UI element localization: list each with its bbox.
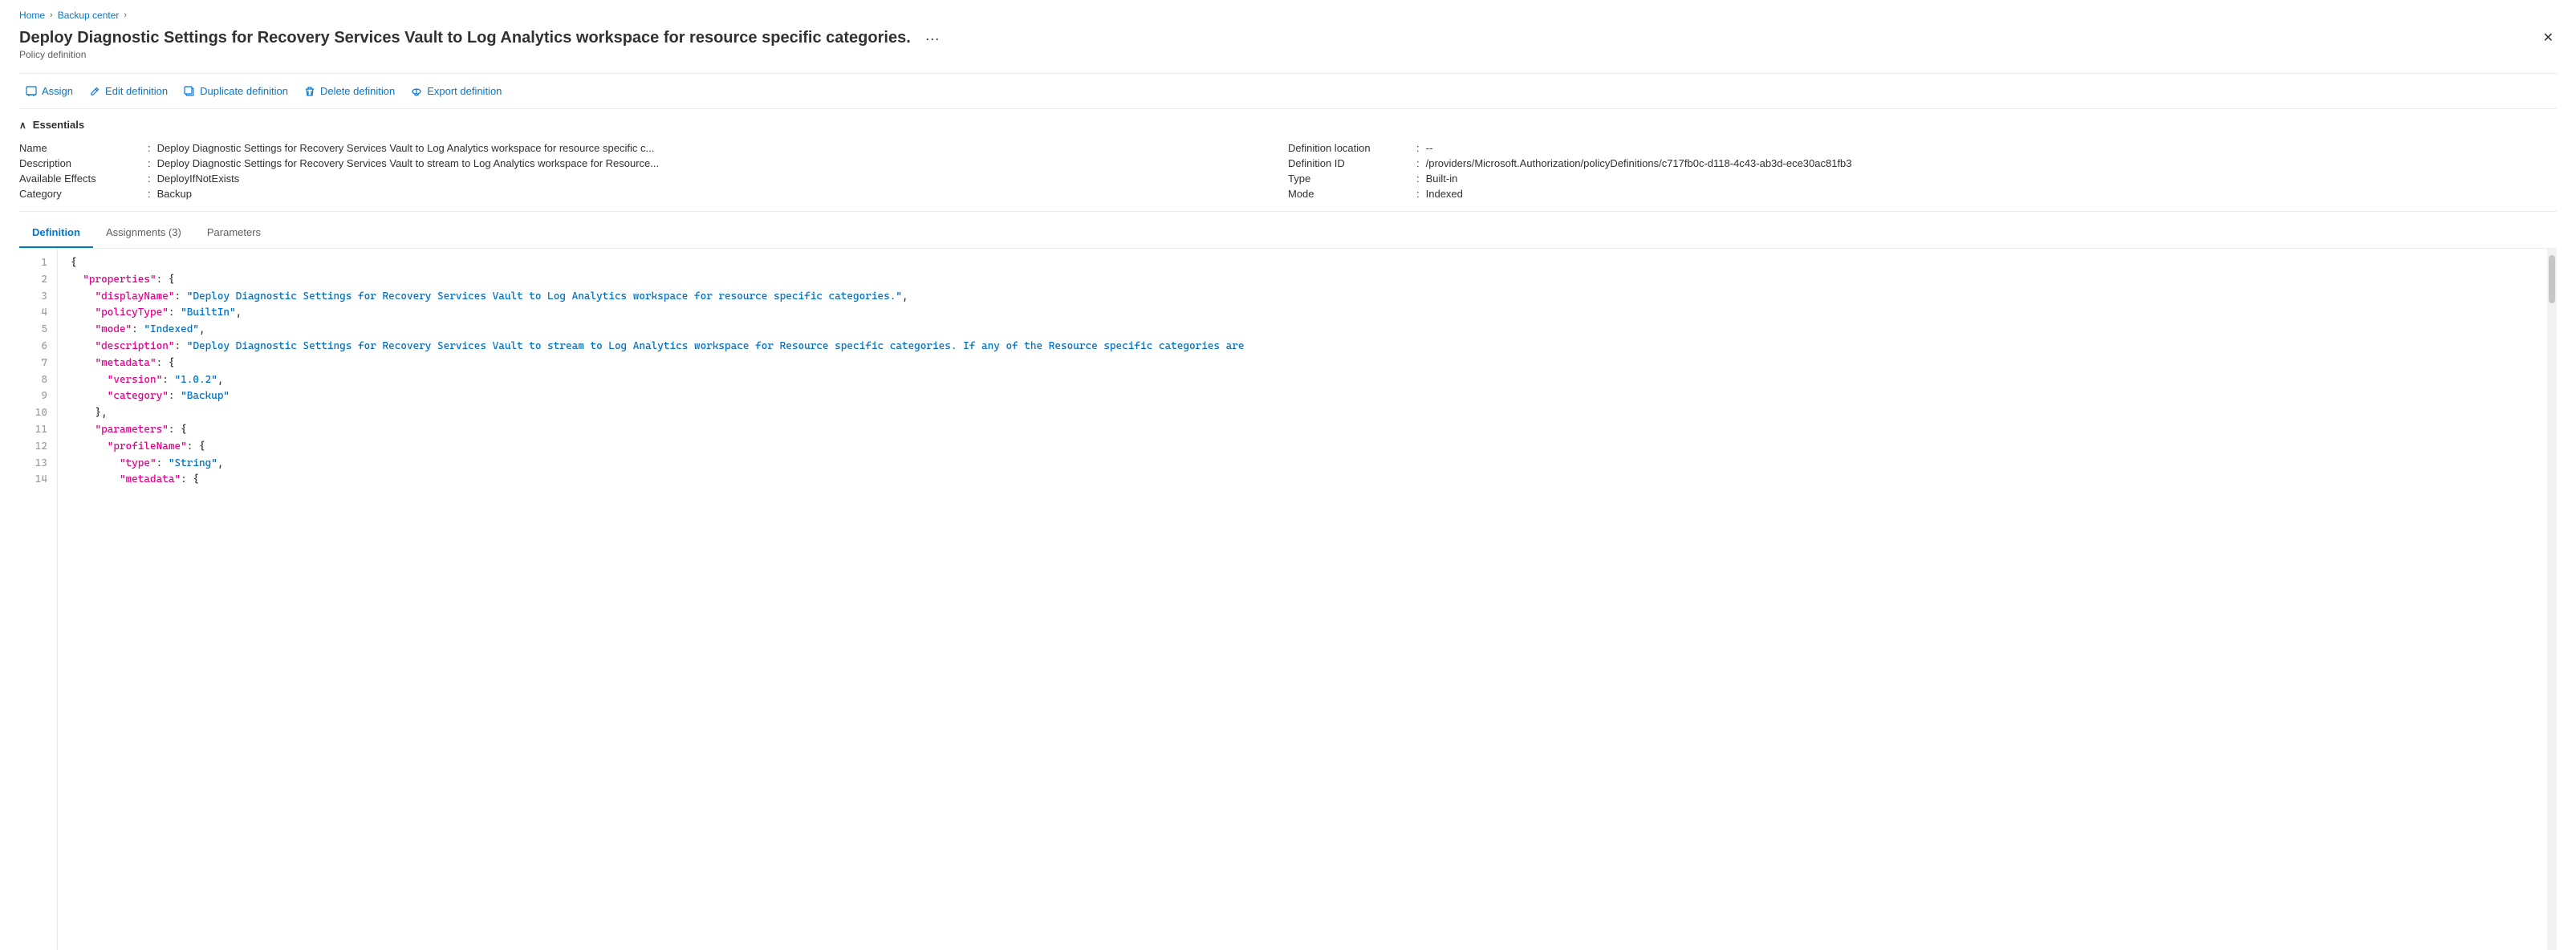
tab-assignments[interactable]: Assignments (3) (93, 218, 194, 248)
code-content[interactable]: { "properties": { "displayName": "Deploy… (58, 249, 2547, 950)
vertical-scrollbar[interactable] (2547, 249, 2557, 950)
code-line-2: "properties": { (71, 272, 2547, 289)
essentials-defid-label: Definition ID (1288, 157, 1416, 169)
essentials-defid-value: /providers/Microsoft.Authorization/polic… (1426, 157, 1852, 169)
essentials-type-value: Built-in (1426, 173, 1458, 185)
export-icon (411, 86, 422, 97)
assign-button[interactable]: Assign (19, 80, 79, 102)
page-subtitle: Policy definition (19, 49, 946, 60)
essentials-header[interactable]: ∧ Essentials (19, 119, 2557, 131)
essentials-mode-value: Indexed (1426, 188, 1463, 200)
tabs-bar: Definition Assignments (3) Parameters (19, 218, 2557, 249)
toolbar: Assign Edit definition Duplicate definit… (19, 73, 2557, 109)
essentials-description-value: Deploy Diagnostic Settings for Recovery … (157, 157, 659, 169)
breadcrumb: Home › Backup center › (19, 10, 2557, 21)
export-label: Export definition (427, 85, 502, 97)
code-line-14: "metadata": { (71, 472, 2547, 489)
essentials-name-value: Deploy Diagnostic Settings for Recovery … (157, 142, 655, 154)
essentials-defid-row: Definition ID : /providers/Microsoft.Aut… (1288, 156, 2557, 171)
page-title: Deploy Diagnostic Settings for Recovery … (19, 27, 911, 48)
essentials-mode-row: Mode : Indexed (1288, 186, 2557, 201)
essentials-type-row: Type : Built-in (1288, 171, 2557, 186)
essentials-mode-label: Mode (1288, 188, 1416, 200)
essentials-category-label: Category (19, 188, 148, 200)
edit-label: Edit definition (105, 85, 168, 97)
code-line-12: "profileName": { (71, 439, 2547, 456)
essentials-description-row: Description : Deploy Diagnostic Settings… (19, 156, 1288, 171)
breadcrumb-backup-center[interactable]: Backup center (58, 10, 120, 21)
edit-icon (89, 86, 100, 97)
title-menu-button[interactable]: ··· (919, 29, 946, 49)
assign-label: Assign (42, 85, 73, 97)
code-line-7: "metadata": { (71, 355, 2547, 372)
essentials-chevron: ∧ (19, 120, 26, 131)
tab-parameters[interactable]: Parameters (194, 218, 274, 248)
duplicate-icon (184, 86, 195, 97)
essentials-description-label: Description (19, 157, 148, 169)
export-definition-button[interactable]: Export definition (404, 80, 508, 102)
code-line-9: "category": "Backup" (71, 388, 2547, 405)
edit-definition-button[interactable]: Edit definition (83, 80, 174, 102)
code-line-5: "mode": "Indexed", (71, 322, 2547, 339)
essentials-name-label: Name (19, 142, 148, 154)
essentials-defloc-row: Definition location : -- (1288, 140, 2557, 156)
duplicate-definition-button[interactable]: Duplicate definition (177, 80, 295, 102)
code-line-4: "policyType": "BuiltIn", (71, 305, 2547, 322)
line-numbers: 1 2 3 4 5 6 7 8 9 10 11 12 13 14 (19, 249, 58, 950)
essentials-grid: Name : Deploy Diagnostic Settings for Re… (19, 140, 2557, 201)
code-line-10: }, (71, 405, 2547, 422)
delete-label: Delete definition (320, 85, 395, 97)
breadcrumb-home[interactable]: Home (19, 10, 45, 21)
essentials-category-value: Backup (157, 188, 192, 200)
delete-icon (304, 86, 315, 97)
scrollbar-thumb[interactable] (2549, 255, 2555, 303)
essentials-defloc-label: Definition location (1288, 142, 1416, 154)
essentials-effects-row: Available Effects : DeployIfNotExists (19, 171, 1288, 186)
code-line-1: { (71, 255, 2547, 272)
essentials-category-row: Category : Backup (19, 186, 1288, 201)
essentials-defloc-value: -- (1426, 142, 1433, 154)
close-button[interactable]: ✕ (2540, 29, 2557, 48)
tab-definition[interactable]: Definition (19, 218, 93, 248)
code-line-8: "version": "1.0.2", (71, 372, 2547, 389)
duplicate-label: Duplicate definition (200, 85, 288, 97)
delete-definition-button[interactable]: Delete definition (298, 80, 401, 102)
breadcrumb-sep2: › (124, 10, 127, 20)
essentials-section: ∧ Essentials Name : Deploy Diagnostic Se… (19, 109, 2557, 212)
title-area: Deploy Diagnostic Settings for Recovery … (19, 27, 2557, 70)
essentials-effects-label: Available Effects (19, 173, 148, 185)
code-line-6: "description": "Deploy Diagnostic Settin… (71, 339, 2547, 355)
code-line-11: "parameters": { (71, 422, 2547, 439)
assign-icon (26, 86, 37, 97)
code-line-3: "displayName": "Deploy Diagnostic Settin… (71, 289, 2547, 306)
code-editor: 1 2 3 4 5 6 7 8 9 10 11 12 13 14 { "prop… (19, 249, 2557, 950)
essentials-name-row: Name : Deploy Diagnostic Settings for Re… (19, 140, 1288, 156)
code-line-13: "type": "String", (71, 456, 2547, 473)
essentials-type-label: Type (1288, 173, 1416, 185)
essentials-title: Essentials (33, 119, 84, 131)
essentials-effects-value: DeployIfNotExists (157, 173, 240, 185)
breadcrumb-sep1: › (50, 10, 53, 20)
